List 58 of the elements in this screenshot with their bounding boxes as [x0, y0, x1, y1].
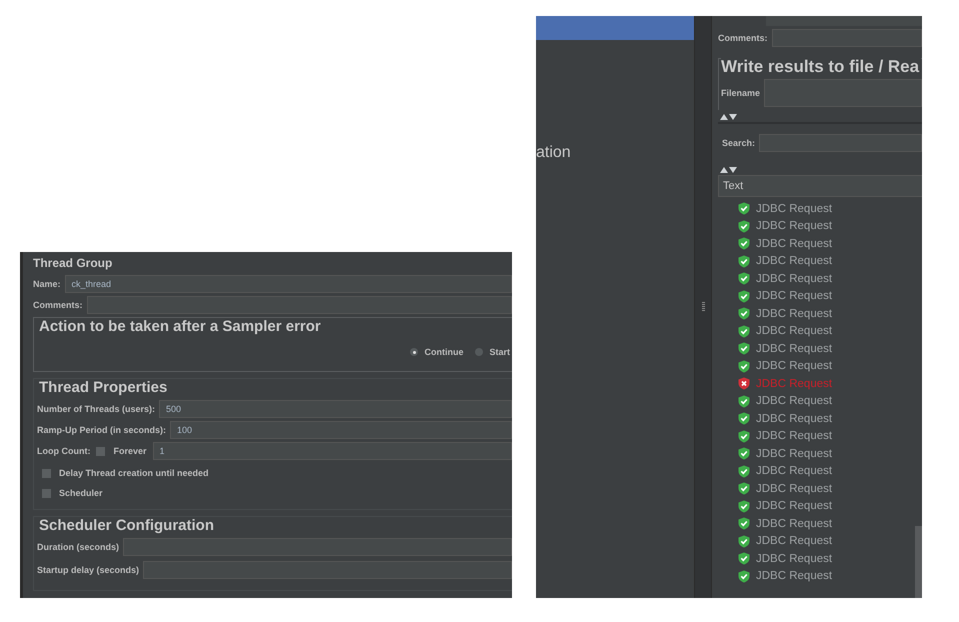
- text-field[interactable]: 500: [159, 400, 512, 418]
- section-title: Action to be taken after a Sampler error: [37, 318, 323, 335]
- renderer-dropdown[interactable]: Text: [718, 175, 922, 197]
- field-label: Comments:: [33, 300, 83, 310]
- result-item[interactable]: JDBC Request: [738, 270, 915, 288]
- collapse-arrows-icon[interactable]: [720, 113, 738, 120]
- field-label: Comments:: [718, 33, 768, 43]
- panel-title: Thread Group: [33, 255, 114, 272]
- radio-option[interactable]: Start: [475, 347, 510, 357]
- result-item[interactable]: JDBC Request: [738, 428, 915, 445]
- result-item[interactable]: JDBC Request: [738, 340, 915, 358]
- result-item[interactable]: JDBC Request: [738, 532, 915, 550]
- result-item[interactable]: JDBC Request: [738, 235, 915, 252]
- splitter-grip-icon[interactable]: [702, 302, 704, 312]
- result-item[interactable]: JDBC Request: [738, 392, 915, 410]
- result-item[interactable]: JDBC Request: [738, 445, 915, 462]
- result-item[interactable]: JDBC Request: [738, 305, 915, 322]
- field-label: Duration (seconds): [37, 542, 120, 552]
- field-label: Name:: [33, 279, 61, 289]
- result-item[interactable]: JDBC Request: [738, 480, 915, 498]
- checkbox[interactable]: Forever: [94, 446, 149, 456]
- text-field[interactable]: [772, 29, 922, 47]
- result-item[interactable]: JDBC Request: [738, 515, 915, 532]
- result-item[interactable]: JDBC Request: [738, 550, 915, 568]
- result-item[interactable]: JDBC Request: [738, 252, 915, 270]
- field-label: Number of Threads (users):: [37, 404, 156, 414]
- result-item[interactable]: JDBC Request: [738, 358, 915, 375]
- field-label: Ramp-Up Period (in seconds):: [37, 425, 166, 435]
- result-item[interactable]: JDBC Request: [738, 322, 915, 340]
- section-title: Thread Properties: [37, 379, 170, 396]
- result-item[interactable]: JDBC Request: [738, 218, 915, 235]
- section-title: Scheduler Configuration: [37, 517, 216, 534]
- selected-tree-row[interactable]: [536, 16, 694, 40]
- field-label: Filename: [721, 88, 760, 98]
- text-field[interactable]: 100: [170, 421, 512, 439]
- result-item[interactable]: JDBC Request: [738, 200, 915, 218]
- text-field[interactable]: ck_thread: [64, 275, 512, 293]
- tree-item[interactable]: ation: [536, 144, 694, 162]
- collapse-arrows-icon[interactable]: [720, 166, 738, 173]
- result-item[interactable]: JDBC Request: [738, 288, 915, 305]
- text-field[interactable]: [143, 561, 512, 579]
- checkbox[interactable]: Scheduler: [37, 483, 103, 503]
- text-field[interactable]: [86, 296, 512, 314]
- result-item[interactable]: JDBC Request: [738, 462, 915, 480]
- scrollbar-thumb[interactable]: [915, 526, 922, 598]
- result-item[interactable]: JDBC Request: [738, 568, 915, 585]
- text-field[interactable]: [764, 79, 922, 107]
- field-label: Search:: [722, 138, 756, 148]
- text-field[interactable]: [759, 134, 922, 152]
- name-field[interactable]: [766, 16, 922, 26]
- field-label: Startup delay (seconds): [37, 565, 140, 575]
- radio-option[interactable]: Continue: [410, 347, 464, 357]
- result-item[interactable]: JDBC Request: [738, 410, 915, 428]
- text-field[interactable]: [123, 538, 512, 556]
- field-label: Loop Count:: [37, 446, 90, 456]
- text-field[interactable]: 1: [152, 442, 512, 460]
- result-item[interactable]: JDBC Request: [738, 498, 915, 515]
- checkbox[interactable]: Delay Thread creation until needed: [37, 463, 209, 483]
